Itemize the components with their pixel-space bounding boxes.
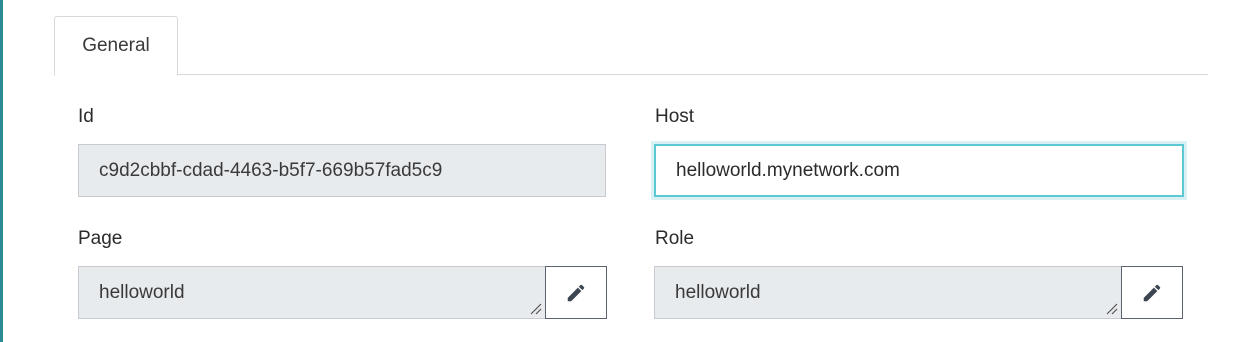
role-field-value: helloworld	[675, 281, 761, 303]
id-label: Id	[78, 106, 94, 127]
page-edit-button[interactable]	[545, 266, 607, 319]
page-field-value: helloworld	[99, 281, 185, 303]
role-label: Role	[655, 228, 695, 249]
tab-general[interactable]: General	[54, 16, 178, 76]
resize-grip-icon[interactable]	[528, 301, 542, 315]
page-field[interactable]: helloworld	[78, 266, 546, 319]
host-label: Host	[655, 106, 695, 127]
id-field[interactable]	[78, 144, 606, 197]
tab-bar: General	[54, 16, 1208, 76]
resize-grip-icon[interactable]	[1104, 301, 1118, 315]
left-accent-bar	[0, 0, 3, 342]
pencil-icon	[567, 284, 585, 301]
role-edit-button[interactable]	[1121, 266, 1183, 319]
role-field[interactable]: helloworld	[654, 266, 1122, 319]
pencil-icon	[1143, 284, 1161, 301]
page-label: Page	[78, 228, 123, 249]
host-field[interactable]	[654, 144, 1184, 197]
